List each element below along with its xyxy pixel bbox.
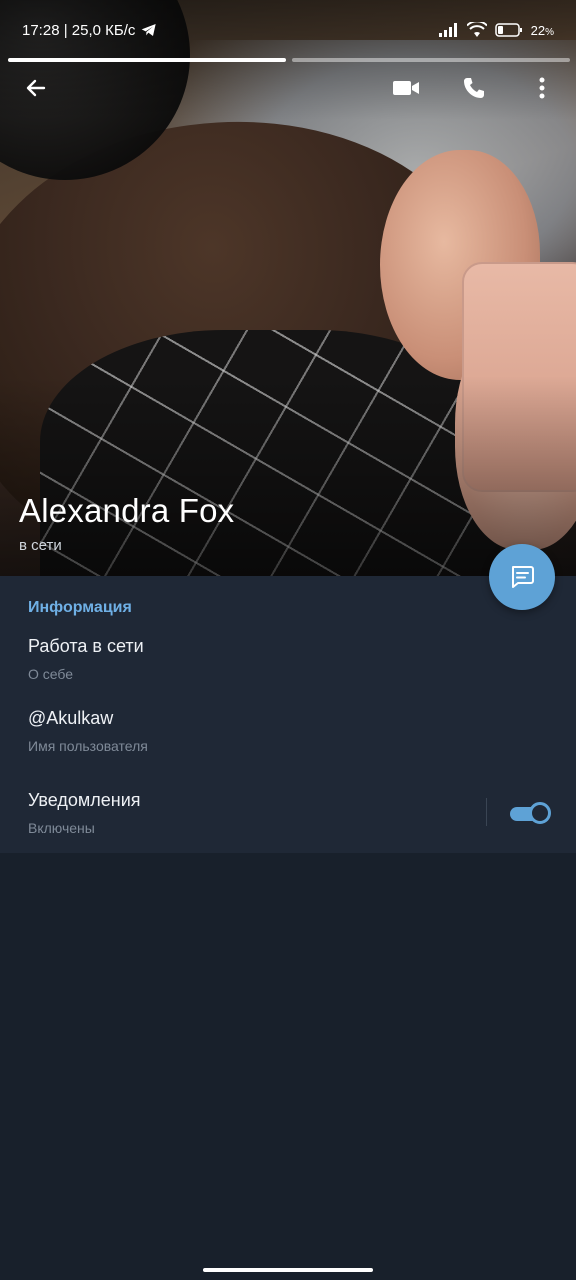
profile-status: в сети bbox=[19, 537, 62, 554]
battery-value: 22 bbox=[530, 22, 546, 38]
info-section: Информация Работа в сети О себе @Akulkaw… bbox=[0, 576, 576, 853]
more-vertical-icon bbox=[539, 77, 545, 99]
about-row[interactable]: Работа в сети О себе bbox=[28, 636, 144, 682]
battery-percent: 22% bbox=[531, 23, 554, 38]
top-bar bbox=[0, 66, 576, 110]
status-bar: 17:28 | 25,0 КБ/с 22% bbox=[0, 0, 576, 60]
video-call-icon bbox=[393, 81, 419, 95]
back-arrow-icon bbox=[26, 79, 46, 97]
status-left: 17:28 | 25,0 КБ/с bbox=[22, 22, 157, 39]
battery-unit: % bbox=[545, 26, 554, 38]
message-icon bbox=[512, 566, 534, 588]
username-row[interactable]: @Akulkaw Имя пользователя bbox=[28, 708, 148, 754]
video-call-button[interactable] bbox=[390, 72, 422, 104]
signal-icon bbox=[438, 23, 457, 37]
telegram-icon bbox=[142, 24, 157, 36]
notifications-value: Уведомления bbox=[28, 790, 141, 810]
notifications-divider bbox=[486, 798, 487, 826]
about-value: Работа в сети bbox=[28, 636, 144, 656]
progress-segment-2 bbox=[292, 58, 570, 62]
home-indicator[interactable] bbox=[203, 1268, 373, 1272]
progress-segment-1 bbox=[8, 58, 286, 62]
notifications-row[interactable]: Уведомления Включены bbox=[28, 790, 141, 836]
status-time-speed: 17:28 | 25,0 КБ/с bbox=[22, 21, 136, 39]
top-actions bbox=[390, 72, 558, 104]
about-label: О себе bbox=[28, 666, 74, 682]
phone-call-button[interactable] bbox=[458, 72, 490, 104]
username-label: Имя пользователя bbox=[28, 738, 148, 754]
profile-name: Alexandra Fox bbox=[19, 492, 235, 529]
more-menu-button[interactable] bbox=[526, 72, 558, 104]
username-value: @Akulkaw bbox=[28, 708, 114, 728]
photo-bottom-gradient bbox=[0, 376, 576, 576]
notifications-toggle[interactable] bbox=[510, 801, 552, 825]
notifications-label: Включены bbox=[28, 820, 95, 836]
status-right: 22% bbox=[438, 22, 554, 38]
info-header: Информация bbox=[28, 599, 132, 616]
send-message-button[interactable] bbox=[489, 544, 555, 610]
back-button[interactable] bbox=[20, 72, 52, 104]
wifi-icon bbox=[466, 22, 487, 37]
toggle-knob bbox=[529, 802, 551, 824]
battery-icon bbox=[494, 23, 522, 37]
phone-call-icon bbox=[464, 78, 484, 98]
photo-progress bbox=[8, 58, 570, 62]
